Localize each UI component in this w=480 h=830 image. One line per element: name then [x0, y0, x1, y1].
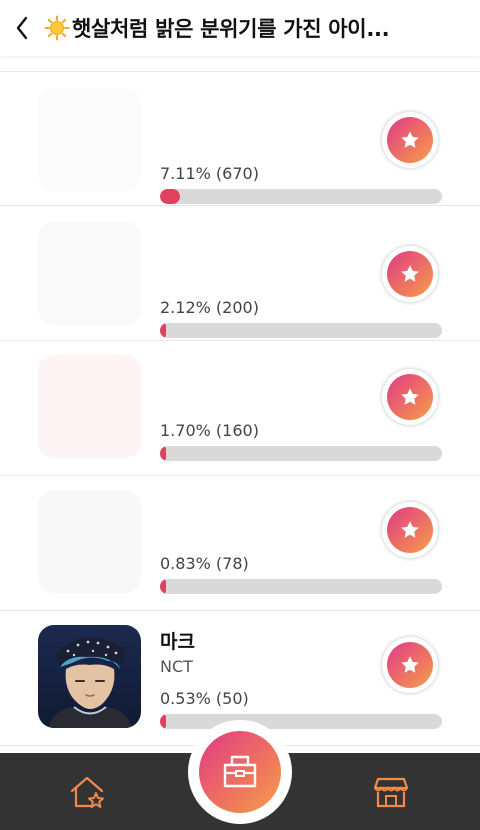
- vote-progress-fill: [160, 189, 181, 204]
- header-bar: 햇살처럼 밝은 분위기를 가진 아이...: [0, 0, 480, 56]
- page-title: 햇살처럼 밝은 분위기를 가진 아이...: [72, 17, 390, 41]
- chevron-left-icon: [16, 16, 28, 40]
- star-icon: [401, 265, 419, 282]
- avatar: [38, 88, 141, 191]
- vote-progress-bar: [160, 446, 442, 461]
- idol-name: 마크: [160, 631, 195, 653]
- vote-progress-fill: [160, 323, 167, 338]
- vote-stat: 7.11% (670): [160, 164, 259, 183]
- vote-button[interactable]: [382, 369, 438, 425]
- shop-button[interactable]: [368, 769, 414, 815]
- ballot-box-icon: [223, 755, 257, 788]
- vote-box-button[interactable]: [199, 731, 281, 813]
- list-item: 1.70% (160): [0, 341, 480, 476]
- vote-stat: 0.83% (78): [160, 554, 249, 573]
- vote-progress-fill: [160, 714, 167, 729]
- vote-button[interactable]: [382, 246, 438, 302]
- vote-progress-bar: [160, 189, 442, 204]
- sun-icon: [44, 15, 70, 41]
- avatar: [38, 625, 141, 728]
- group-name: NCT: [160, 657, 193, 676]
- vote-stat: 0.53% (50): [160, 689, 249, 708]
- avatar: [38, 490, 141, 593]
- vote-progress-bar: [160, 579, 442, 594]
- list-item: 7.11% (670): [0, 72, 480, 206]
- vote-progress-bar: [160, 323, 442, 338]
- vote-progress-fill: [160, 579, 167, 594]
- vote-button[interactable]: [382, 502, 438, 558]
- ranking-list: 7.11% (670) 2.12% (200) 1.70% (160) 0.83…: [0, 56, 480, 746]
- avatar: [38, 355, 141, 458]
- center-button-ring: [188, 720, 292, 824]
- star-icon: [401, 388, 419, 405]
- vote-progress-fill: [160, 446, 167, 461]
- idol-photo: [38, 625, 141, 728]
- list-item: 0.83% (78): [0, 476, 480, 611]
- vote-button[interactable]: [382, 112, 438, 168]
- avatar: [38, 222, 141, 325]
- list-item: 2.12% (200): [0, 206, 480, 341]
- star-icon: [401, 131, 419, 148]
- back-button[interactable]: [0, 0, 44, 56]
- shop-icon: [373, 777, 409, 808]
- star-icon: [401, 656, 419, 673]
- vote-stat: 2.12% (200): [160, 298, 259, 317]
- list-item: [0, 56, 480, 72]
- vote-progress-bar: [160, 714, 442, 729]
- home-favorite-button[interactable]: [64, 769, 110, 815]
- vote-button[interactable]: [382, 637, 438, 693]
- vote-stat: 1.70% (160): [160, 421, 259, 440]
- home-star-icon: [70, 776, 104, 808]
- star-icon: [401, 521, 419, 538]
